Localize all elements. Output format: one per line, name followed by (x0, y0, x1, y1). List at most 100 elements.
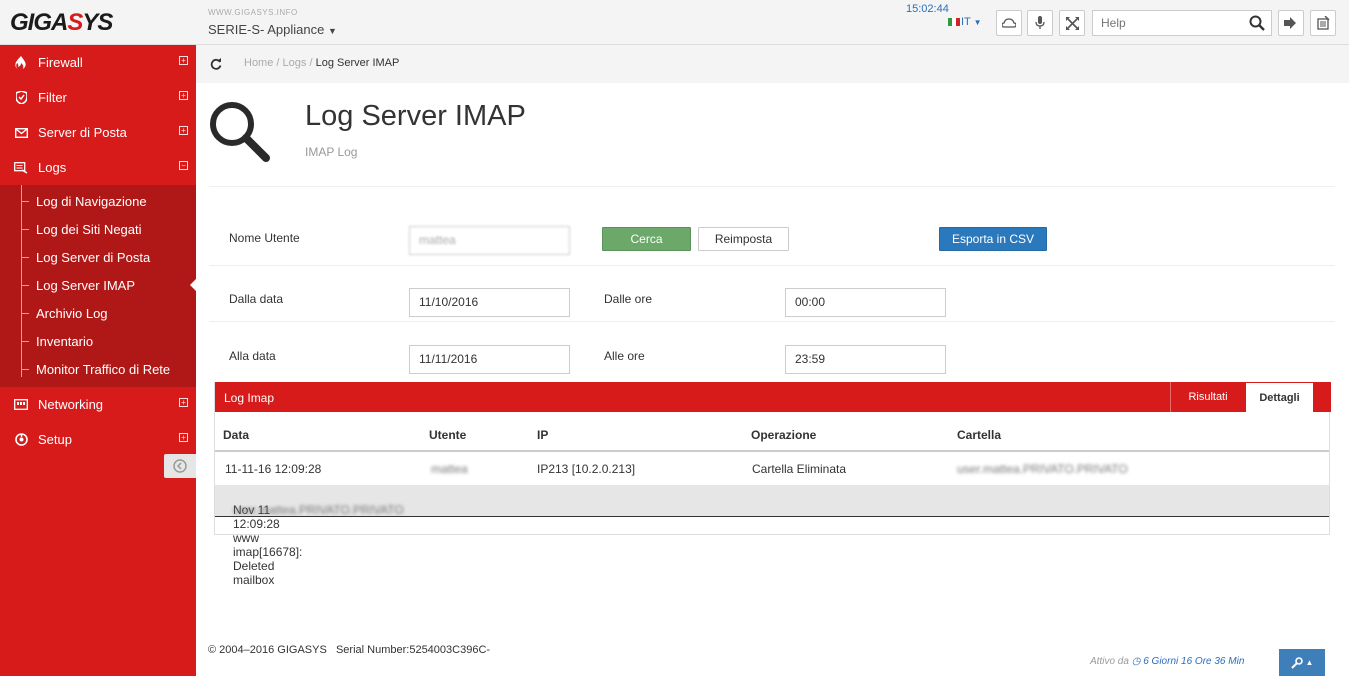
column-header-data[interactable]: Data (223, 428, 249, 442)
arrow-left-circle-icon (173, 459, 187, 473)
table-header: Data Utente IP Operazione Cartella (215, 420, 1329, 452)
tools-dropdown-button[interactable]: ▲ (1279, 649, 1325, 676)
expand-icon[interactable]: + (179, 398, 188, 407)
cloud-button[interactable] (996, 10, 1022, 36)
log-icon (12, 161, 30, 174)
detail-mailbox: user.mattea.PRIVATO.PRIVATO (233, 503, 404, 517)
collapse-icon[interactable]: − (179, 161, 188, 170)
column-header-utente[interactable]: Utente (429, 428, 466, 442)
cell-operazione: Cartella Eliminata (752, 462, 847, 476)
tab-risultati[interactable]: Risultati (1170, 382, 1245, 412)
submenu-item-log-server-di-posta[interactable]: Log Server di Posta (0, 243, 196, 271)
sidebar-item-label: Networking (38, 397, 104, 412)
uptime-label: Attivo da (1090, 656, 1129, 667)
sidebar-item-label: Setup (38, 432, 72, 447)
breadcrumb-home[interactable]: Home (244, 57, 273, 69)
cell-data: 11-11-16 12:09:28 (225, 462, 322, 476)
tab-dettagli[interactable]: Dettagli (1246, 383, 1313, 412)
export-csv-button[interactable]: Esporta in CSV (939, 227, 1047, 251)
reset-button[interactable]: Reimposta (698, 227, 789, 251)
sidebar-item-label: Filter (38, 90, 67, 105)
column-header-ip[interactable]: IP (537, 428, 548, 442)
breadcrumb-logs[interactable]: Logs (283, 57, 307, 69)
page-title: Log Server IMAP (305, 100, 526, 132)
user-input[interactable]: mattea (409, 226, 570, 255)
refresh-icon[interactable] (210, 58, 222, 70)
notes-button[interactable] (1310, 10, 1336, 36)
sidebar-item-server-di-posta[interactable]: Server di Posta + (0, 115, 196, 150)
expand-icon[interactable]: + (179, 56, 188, 65)
log-imap-panel: Log Imap Risultati Dettagli Data Utente … (214, 382, 1331, 587)
cell-cartella: user.mattea.PRIVATO.PRIVATO (957, 462, 1128, 476)
appliance-label: SERIE-S- Appliance (208, 22, 325, 37)
appliance-selector[interactable]: SERIE-S- Appliance ▼ (208, 22, 337, 37)
submenu-item-inventario[interactable]: Inventario (0, 327, 196, 355)
breadcrumb-current: Log Server IMAP (315, 57, 400, 69)
uptime: Attivo da ◷ 6 Giorni 16 Ore 36 Min (1090, 656, 1244, 667)
magnifier-icon (210, 102, 270, 162)
sidebar-item-label: Firewall (38, 55, 83, 70)
column-header-cartella[interactable]: Cartella (957, 428, 1001, 442)
search-button[interactable]: Cerca (602, 227, 691, 251)
to-time-label: Alle ore (604, 349, 645, 363)
panel-title: Log Imap (224, 391, 275, 405)
from-time-input[interactable]: 00:00 (785, 288, 946, 317)
sidebar-item-logs[interactable]: Logs − (0, 150, 196, 185)
copyright-text: © 2004–2016 GIGASYS (208, 644, 327, 656)
to-date-input[interactable]: 11/11/2016 (409, 345, 570, 374)
submenu-item-log-di-navigazione[interactable]: Log di Navigazione (0, 187, 196, 215)
sidebar-item-networking[interactable]: Networking + (0, 387, 196, 422)
from-time-label: Dalle ore (604, 292, 653, 306)
chevron-down-icon: ▼ (973, 18, 982, 27)
to-time-input[interactable]: 23:59 (785, 345, 946, 374)
column-header-operazione[interactable]: Operazione (751, 428, 816, 442)
breadcrumb-bar: Home / Logs / Log Server IMAP (196, 45, 1349, 83)
expand-icon[interactable]: + (179, 433, 188, 442)
language-label: IT (961, 16, 971, 28)
expand-icon[interactable]: + (179, 126, 188, 135)
cell-ip: IP213 [10.2.0.213] (537, 462, 636, 476)
divider (209, 321, 1335, 322)
shield-icon (12, 91, 30, 104)
microphone-button[interactable] (1027, 10, 1053, 36)
sidebar: Firewall + Filter + Server di Posta + Lo… (0, 45, 196, 676)
submenu-item-archivio-log[interactable]: Archivio Log (0, 299, 196, 327)
divider (209, 265, 1335, 266)
submenu-item-log-dei-siti-negati[interactable]: Log dei Siti Negati (0, 215, 196, 243)
panel-header: Log Imap Risultati Dettagli (215, 382, 1331, 412)
user-label: Nome Utente (229, 231, 300, 245)
wrench-icon (1290, 656, 1303, 669)
table-row[interactable]: 11-11-16 12:09:28 mattea IP213 [10.2.0.2… (215, 452, 1329, 485)
search-icon[interactable] (1249, 15, 1265, 31)
gigasys-logo[interactable]: GIGASYS (10, 9, 113, 37)
sidebar-item-firewall[interactable]: Firewall + (0, 45, 196, 80)
logout-button[interactable] (1278, 10, 1304, 36)
help-input[interactable] (1093, 11, 1243, 35)
sidebar-collapse-button[interactable] (164, 454, 196, 478)
sidebar-item-label: Server di Posta (38, 125, 127, 140)
sidebar-item-label: Logs (38, 160, 67, 175)
divider (209, 186, 1335, 187)
serial-number: Serial Number:5254003C396C- (335, 644, 491, 656)
uptime-value: 6 Giorni 16 Ore 36 Min (1143, 656, 1245, 667)
cloud-icon (1002, 18, 1016, 28)
copyright: © 2004–2016 GIGASYS Serial Number:525400… (208, 644, 490, 656)
to-date-label: Alla data (229, 349, 276, 363)
logout-icon (1284, 17, 1296, 29)
language-selector[interactable]: IT ▼ (948, 16, 982, 28)
network-icon (12, 399, 30, 410)
top-bar: GIGASYS WWW.GIGASYS.INFO SERIE-S- Applia… (0, 0, 1349, 45)
expand-icon[interactable]: + (179, 91, 188, 100)
submenu-item-log-server-imap[interactable]: Log Server IMAP (0, 271, 196, 299)
sidebar-item-filter[interactable]: Filter + (0, 80, 196, 115)
clock: 15:02:44 (906, 3, 949, 15)
microphone-icon (1035, 16, 1045, 29)
submenu-item-monitor-traffico-di-rete[interactable]: Monitor Traffico di Rete (0, 355, 196, 383)
sidebar-item-setup[interactable]: Setup + (0, 422, 196, 457)
envelope-icon (12, 127, 30, 138)
site-url: WWW.GIGASYS.INFO (208, 8, 298, 17)
help-search (1092, 10, 1272, 36)
fullscreen-button[interactable] (1059, 10, 1085, 36)
breadcrumb: Home / Logs / Log Server IMAP (244, 57, 400, 69)
from-date-input[interactable]: 11/10/2016 (409, 288, 570, 317)
